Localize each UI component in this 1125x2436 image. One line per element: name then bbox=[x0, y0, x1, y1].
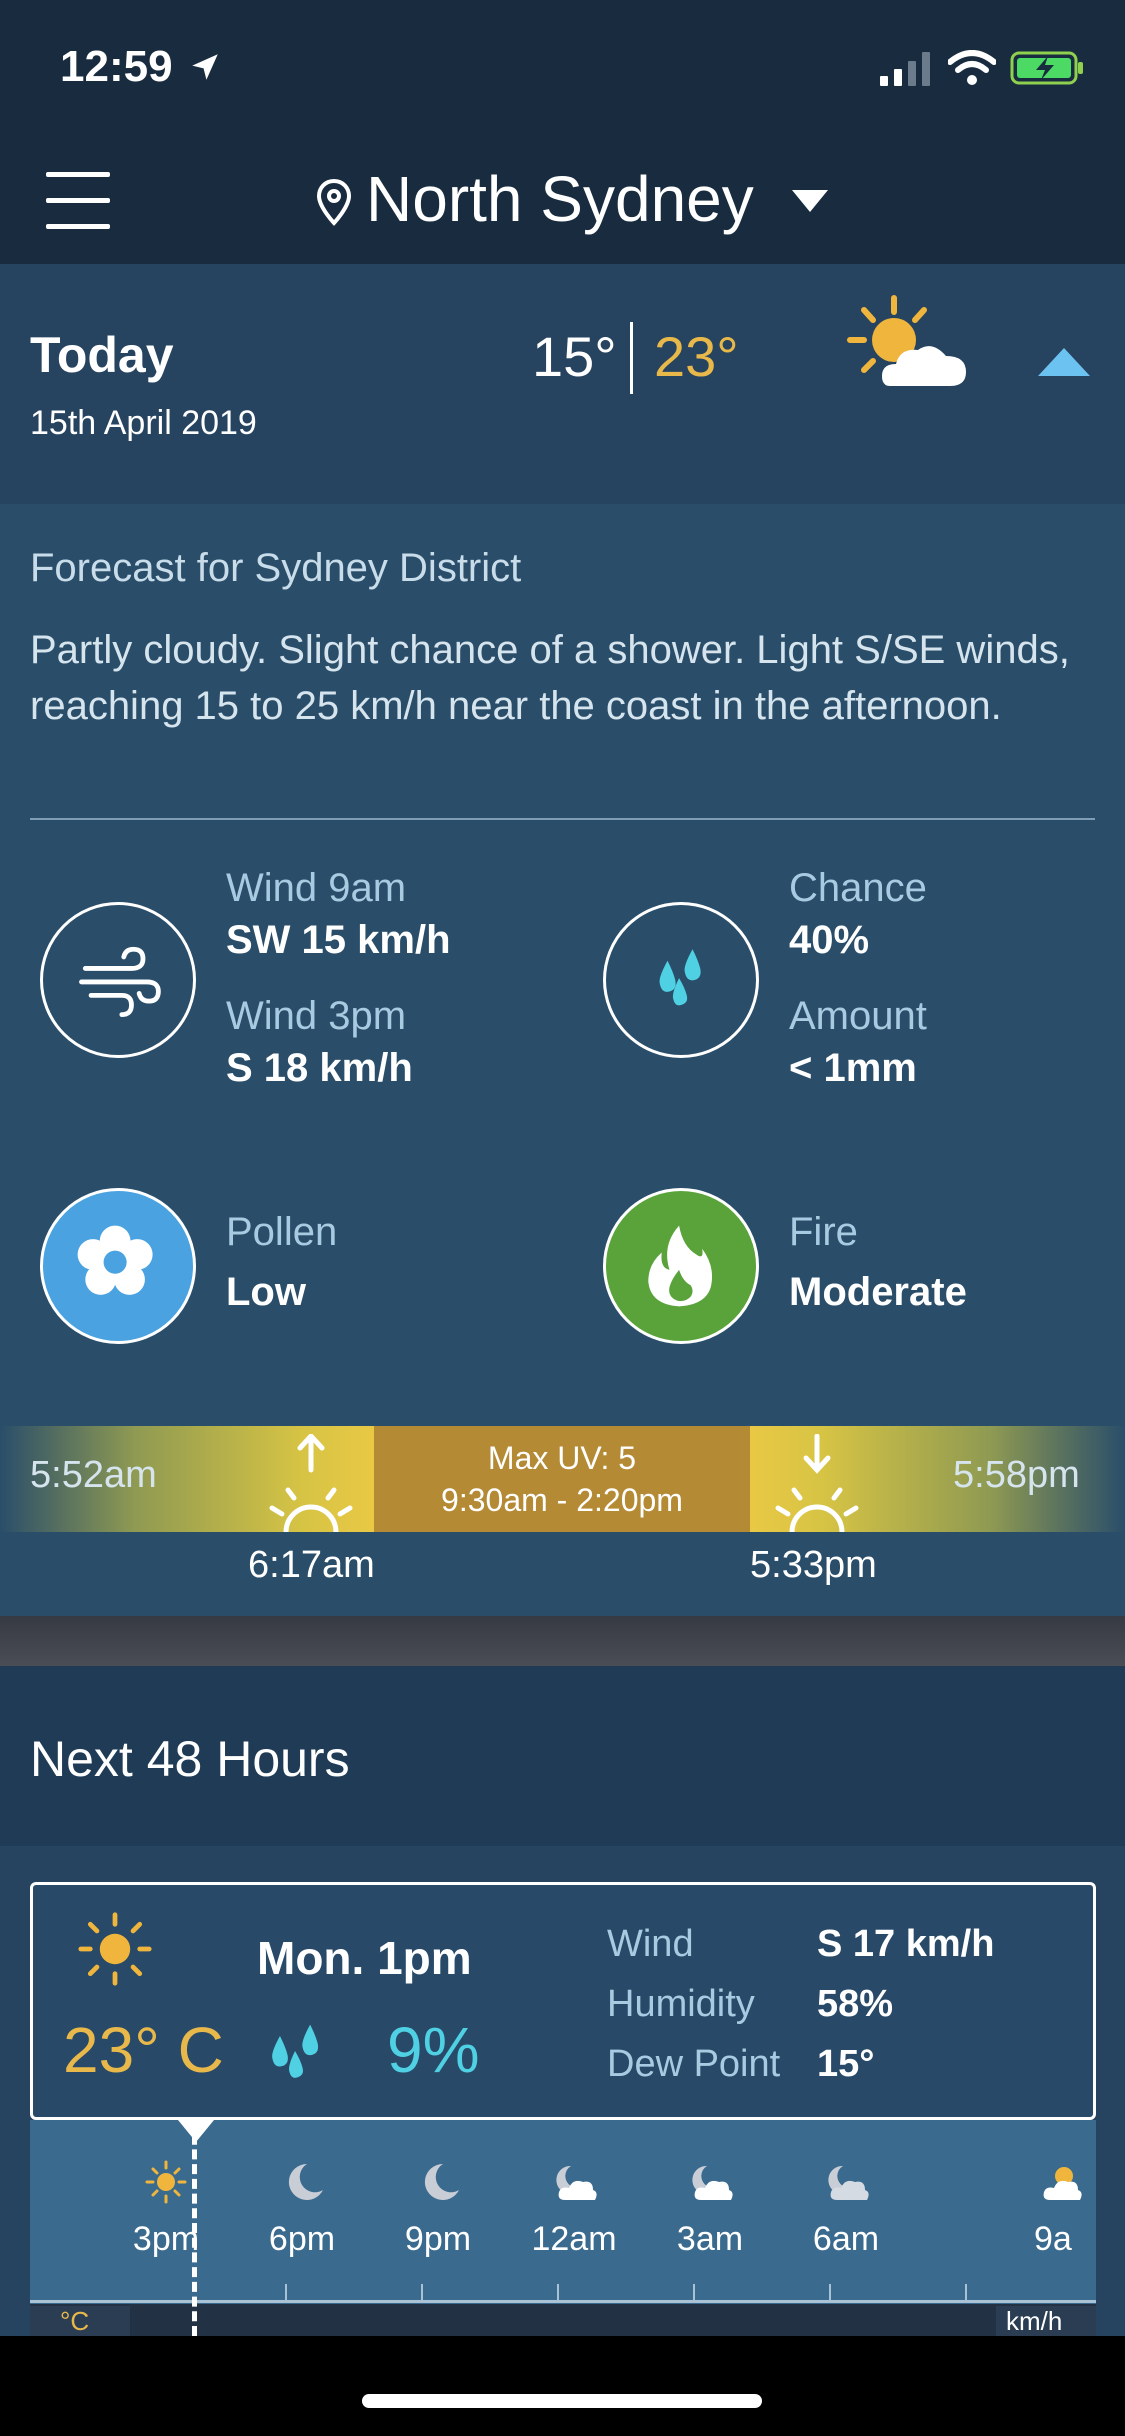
rain-drops-icon bbox=[272, 2024, 319, 2078]
moon-cloud-icon bbox=[692, 2165, 733, 2200]
hamburger-menu-icon[interactable] bbox=[46, 170, 110, 230]
humidity-value: 58% bbox=[817, 1983, 894, 2025]
timeline-axis bbox=[30, 2300, 1096, 2303]
wifi-icon bbox=[948, 50, 996, 85]
rain-amount-value: < 1mm bbox=[789, 1046, 917, 1090]
temperature-unit: °C bbox=[30, 2306, 130, 2336]
sunrise-time: 6:17am bbox=[248, 1544, 375, 1586]
wind-9am-label: Wind 9am bbox=[226, 866, 407, 910]
moon-cloud-icon bbox=[556, 2165, 597, 2200]
fire-label: Fire bbox=[789, 1210, 858, 1254]
hour-rain-chance: 9% bbox=[387, 2014, 480, 2086]
section-separator bbox=[0, 1616, 1125, 1666]
chevron-up-icon[interactable] bbox=[1036, 344, 1092, 380]
location-pin-icon[interactable] bbox=[316, 178, 352, 226]
uv-window: Max UV: 5 9:30am - 2:20pm bbox=[374, 1426, 750, 1532]
divider bbox=[30, 818, 1095, 820]
timeline-item[interactable]: 9pm bbox=[388, 2160, 488, 2259]
last-light-time: 5:58pm bbox=[953, 1454, 1080, 1496]
max-temperature: 23° bbox=[654, 325, 739, 388]
sun-cloud-icon bbox=[1043, 2167, 1082, 2200]
axis-tick bbox=[965, 2284, 967, 2300]
timeline-time: 9a bbox=[1034, 2220, 1072, 2258]
hour-time: Mon. 1pm bbox=[257, 1932, 472, 1984]
timeline-item[interactable]: 6am bbox=[796, 2160, 896, 2259]
sunset-icon bbox=[775, 1434, 859, 1532]
wind-icon bbox=[40, 902, 196, 1058]
uv-max: Max UV: 5 bbox=[487, 1440, 637, 1476]
location-selector[interactable]: North Sydney bbox=[366, 162, 754, 236]
status-time: 12:59 bbox=[60, 42, 173, 91]
forecast-heading: Forecast for Sydney District bbox=[30, 546, 522, 590]
timeline-time: 12am bbox=[531, 2220, 617, 2258]
forecast-details: Forecast for Sydney District Partly clou… bbox=[0, 504, 1125, 1616]
axis-tick bbox=[285, 2284, 287, 2300]
timeline-time: 9pm bbox=[404, 2220, 472, 2258]
axis-tick bbox=[693, 2284, 695, 2300]
sun-uv-band: 5:52am Max UV: 5 9:30am - 2:20pm 5:58pm bbox=[0, 1426, 1125, 1532]
partly-cloudy-icon bbox=[847, 295, 966, 386]
battery-charging-icon bbox=[1010, 51, 1083, 85]
dew-point-value: 15° bbox=[817, 2043, 875, 2085]
first-light-time: 5:52am bbox=[30, 1454, 157, 1496]
timeline-item[interactable]: 9a bbox=[1034, 2160, 1094, 2259]
wind-value: S 17 km/h bbox=[817, 1923, 995, 1965]
moon-icon bbox=[424, 2163, 459, 2200]
timeline-item[interactable]: 12am bbox=[524, 2160, 624, 2259]
timeline-time: 6pm bbox=[268, 2220, 336, 2258]
uv-time-range: 9:30am - 2:20pm bbox=[441, 1482, 683, 1518]
timeline-item[interactable]: 6pm bbox=[252, 2160, 352, 2259]
rain-drops-icon bbox=[603, 902, 759, 1058]
wind-unit: km/h bbox=[996, 2306, 1096, 2336]
temperature-divider bbox=[630, 322, 633, 394]
pollen-label: Pollen bbox=[226, 1210, 338, 1254]
hourly-detail-card: 23° C Mon. 1pm 9% Wind S 17 km/h Humidit… bbox=[30, 1882, 1096, 2120]
rain-chance-label: Chance bbox=[789, 866, 927, 910]
status-bar: 12:59 bbox=[0, 0, 1125, 140]
chevron-down-icon[interactable] bbox=[790, 188, 830, 214]
timeline-item[interactable]: 3am bbox=[660, 2160, 760, 2259]
moon-icon bbox=[288, 2163, 323, 2200]
today-date: 15th April 2019 bbox=[30, 404, 257, 442]
forecast-text: Partly cloudy. Slight chance of a shower… bbox=[30, 628, 1070, 728]
sun-icon bbox=[78, 1912, 152, 1986]
app-header: North Sydney bbox=[0, 140, 1125, 264]
humidity-label: Humidity bbox=[607, 1983, 755, 2025]
sunrise-icon bbox=[269, 1434, 353, 1532]
timeline-marker[interactable] bbox=[192, 2120, 198, 2336]
fire-flame-icon bbox=[603, 1188, 759, 1344]
sunset-time: 5:33pm bbox=[750, 1544, 877, 1586]
cellular-signal-icon bbox=[880, 52, 930, 86]
location-arrow-icon bbox=[192, 54, 218, 80]
home-bar-area bbox=[0, 2336, 1125, 2436]
axis-tick bbox=[421, 2284, 423, 2300]
axis-tick bbox=[557, 2284, 559, 2300]
hour-temperature: 23° C bbox=[63, 2014, 224, 2086]
wind-3pm-label: Wind 3pm bbox=[226, 994, 407, 1038]
timeline-chart-strip bbox=[30, 2304, 1096, 2336]
pollen-value: Low bbox=[226, 1270, 306, 1314]
wind-3pm-value: S 18 km/h bbox=[226, 1046, 413, 1090]
today-summary[interactable]: Today 15th April 2019 15° 23° bbox=[0, 264, 1125, 504]
axis-tick bbox=[829, 2284, 831, 2300]
timeline-time: 3am bbox=[676, 2220, 744, 2258]
timeline-item[interactable]: 3pm bbox=[116, 2160, 216, 2259]
timeline-time: 6am bbox=[812, 2220, 880, 2258]
fire-value: Moderate bbox=[789, 1270, 967, 1314]
next-48-hours-title: Next 48 Hours bbox=[30, 1731, 350, 1787]
moon-cloud-icon bbox=[828, 2165, 869, 2200]
rain-amount-label: Amount bbox=[789, 994, 927, 1038]
home-indicator[interactable] bbox=[362, 2394, 762, 2408]
today-label: Today bbox=[30, 327, 174, 383]
min-temperature: 15° bbox=[532, 325, 617, 388]
pollen-flower-icon bbox=[40, 1188, 196, 1344]
hourly-timeline[interactable]: 3pm 6pm 9pm 12am 3am 6am 9a °C km/h bbox=[30, 2120, 1096, 2336]
sun-icon bbox=[145, 2160, 187, 2204]
next-48-hours-header: Next 48 Hours bbox=[0, 1666, 1125, 1846]
dew-point-label: Dew Point bbox=[607, 2043, 781, 2085]
wind-9am-value: SW 15 km/h bbox=[226, 918, 451, 962]
rain-chance-value: 40% bbox=[789, 918, 870, 962]
wind-label: Wind bbox=[607, 1923, 694, 1965]
timeline-time: 3pm bbox=[132, 2220, 200, 2258]
